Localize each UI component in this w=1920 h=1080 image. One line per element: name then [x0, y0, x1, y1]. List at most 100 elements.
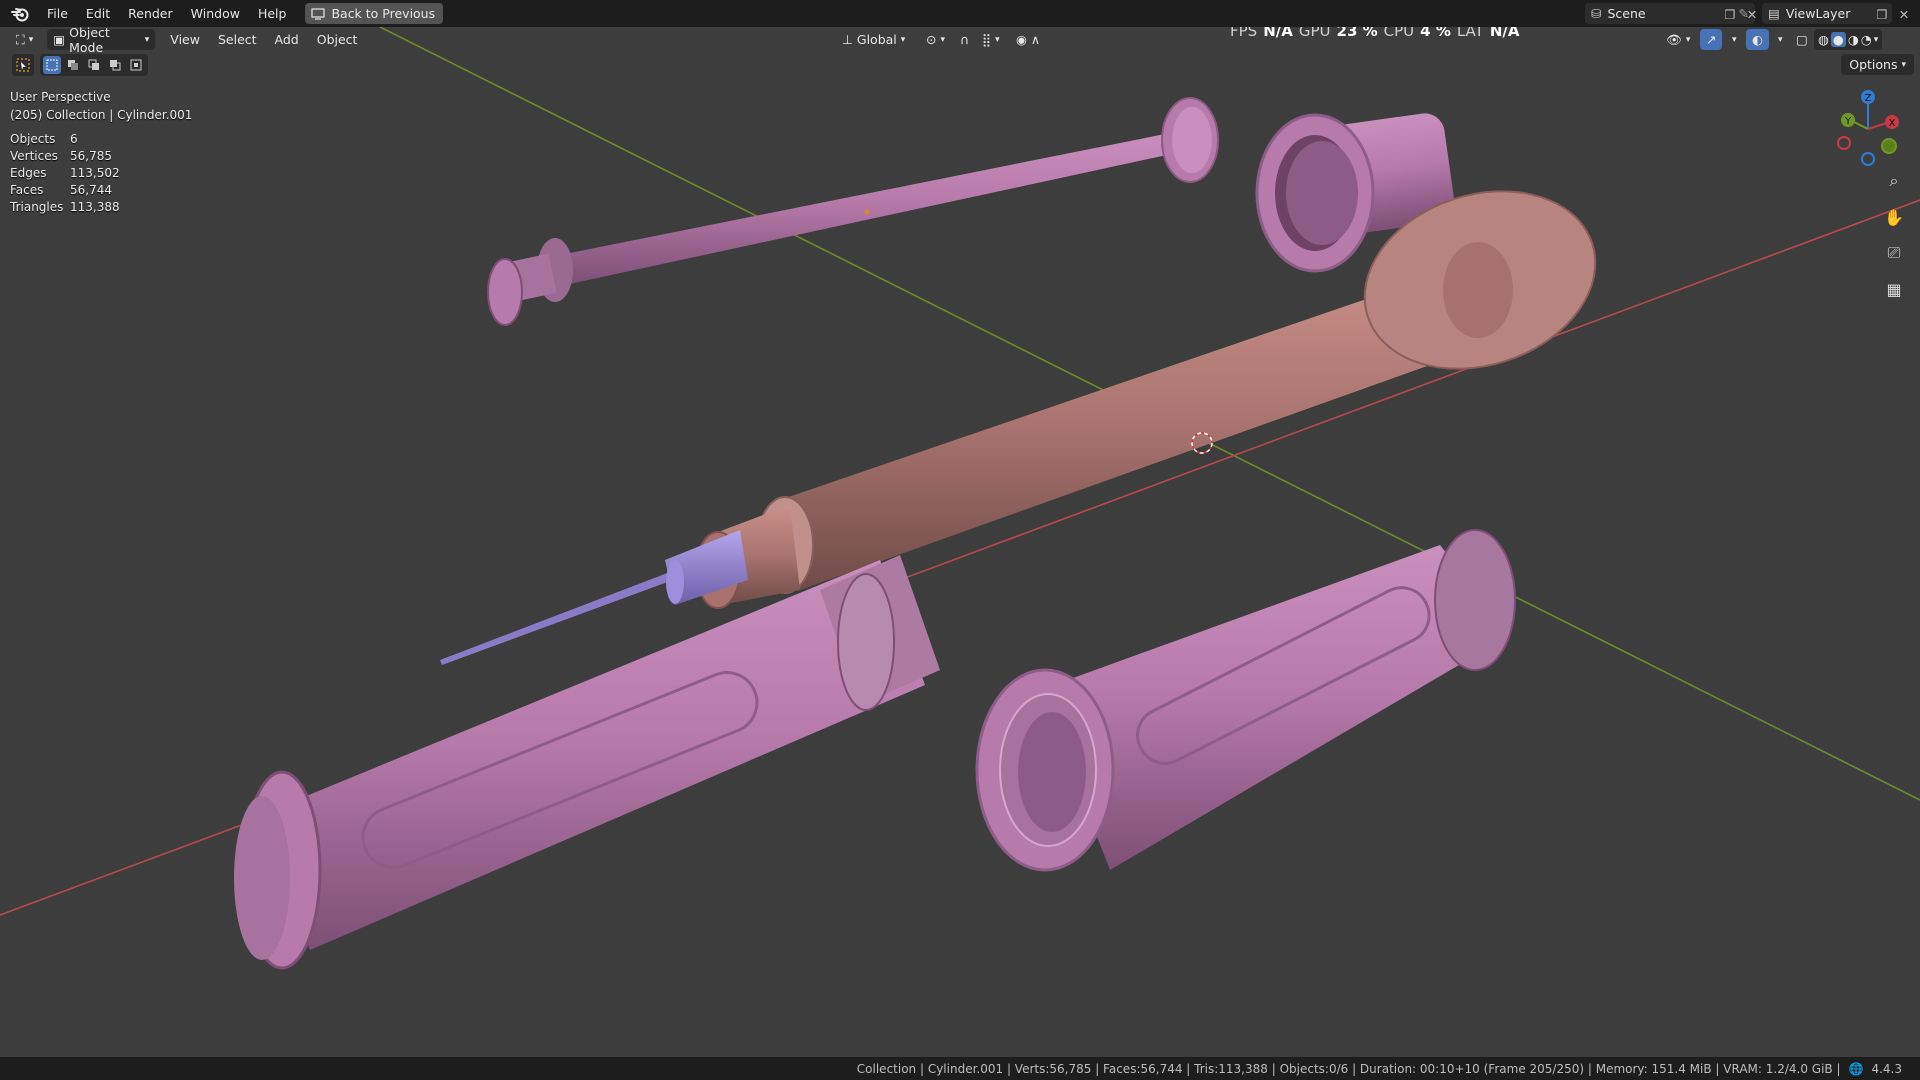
magnet-icon: ∩ — [960, 32, 970, 47]
dropdown-arrow-icon: ▾ — [28, 34, 34, 45]
stat-row: Triangles 113,388 — [10, 199, 120, 216]
selection-extend-icon[interactable] — [64, 56, 82, 74]
stat-label: Edges — [10, 166, 47, 180]
menu-render[interactable]: Render — [119, 3, 182, 25]
rendered-shading-icon[interactable]: ◔ — [1861, 32, 1872, 47]
orientation-label: Global — [856, 32, 897, 47]
navigation-gizmo[interactable]: Z Y X — [1828, 89, 1908, 169]
version-label: 4.4.3 — [1871, 1061, 1902, 1076]
stat-value: 56,744 — [70, 183, 112, 197]
stat-label: Triangles — [10, 200, 64, 214]
selection-intersect-icon[interactable] — [127, 56, 145, 74]
screen-icon — [311, 7, 326, 20]
snap-toggle[interactable]: ∩ — [954, 29, 975, 50]
stat-value: 113,502 — [70, 166, 120, 180]
orientation-icon: ⊥ — [842, 32, 853, 47]
editor-type-button[interactable]: ⛶ ▾ — [10, 29, 39, 50]
menu-view[interactable]: View — [161, 29, 209, 50]
menu-edit[interactable]: Edit — [77, 3, 119, 25]
chevron-down-icon: ▾ — [995, 34, 1000, 45]
status-info: Collection | Cylinder.001 | Verts:56,785… — [856, 1061, 1841, 1076]
shading-modes: ◍ ● ◑ ◔ ▾ — [1814, 29, 1883, 50]
viewport-header: ⛶ ▾ ▣ Object Mode ▾ View Select Add Objec… — [0, 27, 1920, 55]
perspective-grid-icon[interactable]: ▦ — [1880, 275, 1908, 303]
status-bar: Collection | Cylinder.001 | Verts:56,785… — [0, 1057, 1920, 1080]
top-menu-bar: File Edit Render Window Help Back to Pre… — [0, 0, 1920, 27]
menu-help[interactable]: Help — [249, 3, 296, 25]
falloff-icon: ∧ — [1030, 32, 1041, 47]
visibility-button[interactable]: 👁 ▾ — [1660, 29, 1696, 50]
stat-label: Faces — [10, 183, 44, 197]
back-to-previous-button[interactable]: Back to Previous — [305, 3, 444, 24]
selection-set-icon[interactable] — [43, 56, 61, 74]
gizmo-z-label: Z — [1865, 93, 1872, 104]
camera-view-icon[interactable]: ⎚ — [1880, 239, 1908, 267]
mode-selector[interactable]: ▣ Object Mode ▾ — [47, 27, 156, 55]
editor-type-icon: ⛶ — [16, 31, 25, 47]
needle-cover-left — [234, 555, 940, 970]
select-tool-row — [12, 54, 148, 76]
new-scene-icon[interactable]: ❐ — [1720, 4, 1740, 24]
gpu-value: 23 % — [1336, 27, 1378, 40]
gizmo-toggle[interactable]: ↗ — [1700, 29, 1723, 50]
stat-label: Vertices — [10, 149, 58, 163]
fps-label: FPS — [1230, 27, 1258, 40]
overlays-icon: ◐ — [1752, 32, 1763, 47]
selection-invert-icon[interactable] — [106, 56, 124, 74]
wireframe-shading-icon[interactable]: ◍ — [1818, 32, 1829, 47]
zoom-icon[interactable]: ⌕ — [1880, 167, 1908, 195]
gizmo-x-label: X — [1889, 118, 1896, 129]
gizmo-neg-y — [1881, 138, 1897, 154]
menu-object[interactable]: Object — [308, 29, 367, 50]
viewport-info: User Perspective (205) Collection | Cyli… — [10, 88, 192, 124]
stat-value: 56,785 — [70, 149, 112, 163]
menu-add[interactable]: Add — [266, 29, 308, 50]
plunger — [487, 97, 1219, 326]
xray-icon: ▢ — [1796, 32, 1808, 47]
options-label: Options — [1849, 57, 1898, 72]
stat-row: Edges 113,502 — [10, 165, 120, 182]
selection-subtract-icon[interactable] — [85, 56, 103, 74]
gpu-label: GPU — [1298, 27, 1331, 40]
proportional-edit-toggle[interactable]: ◉ ∧ — [1010, 29, 1046, 50]
overlays-toggle[interactable]: ◐ — [1746, 29, 1769, 50]
chevron-down-icon: ▾ — [1732, 34, 1737, 45]
lat-label: LAT — [1456, 27, 1484, 40]
blender-logo-icon[interactable] — [10, 4, 30, 24]
stat-label: Objects — [10, 132, 56, 146]
3d-viewport[interactable]: ⛶ ▾ ▣ Object Mode ▾ View Select Add Objec… — [0, 27, 1920, 1057]
scene-icon: ⛁ — [1591, 6, 1602, 21]
back-button-label: Back to Previous — [331, 6, 436, 21]
chevron-down-icon: ▾ — [900, 34, 906, 45]
pan-hand-icon[interactable]: ✋ — [1880, 203, 1908, 231]
chevron-down-icon: ▾ — [1901, 59, 1906, 70]
view-name: User Perspective — [10, 90, 111, 104]
scene-canvas — [0, 27, 1920, 970]
xray-toggle[interactable]: ▢ — [1790, 29, 1814, 50]
overlays-dropdown[interactable]: ▾ — [1772, 29, 1789, 50]
delete-view-layer-icon[interactable]: ✕ — [1894, 4, 1914, 24]
gizmo-neg-x — [1837, 136, 1851, 150]
stat-row: Faces 56,744 — [10, 182, 120, 199]
pivot-point-button[interactable]: ⊙ ▾ — [920, 29, 951, 50]
delete-scene-icon[interactable]: ✕ — [1742, 4, 1762, 24]
material-shading-icon[interactable]: ◑ — [1848, 32, 1859, 47]
view-context: (205) Collection | Cylinder.001 — [10, 108, 193, 122]
transform-orientation-selector[interactable]: ⊥ Global ▾ — [836, 29, 911, 50]
chevron-down-icon[interactable]: ▾ — [1874, 35, 1879, 45]
new-view-layer-icon[interactable]: ❐ — [1872, 4, 1892, 24]
fps-value: N/A — [1263, 27, 1293, 40]
select-box-tool-icon[interactable] — [12, 54, 34, 76]
selection-mode-group — [40, 54, 148, 76]
snap-target-button[interactable]: ⣿ ▾ — [976, 29, 1006, 50]
gizmo-dropdown[interactable]: ▾ — [1726, 29, 1743, 50]
menu-file[interactable]: File — [38, 3, 77, 25]
options-dropdown[interactable]: Options ▾ — [1841, 54, 1914, 75]
performance-hud: FPS N/A GPU 23 % CPU 4 % LAT N/A — [1230, 27, 1519, 40]
gizmo-neg-z — [1861, 152, 1875, 166]
menu-window[interactable]: Window — [182, 3, 249, 25]
menu-select[interactable]: Select — [209, 29, 266, 50]
solid-shading-icon[interactable]: ● — [1830, 32, 1846, 47]
stat-value: 6 — [70, 132, 78, 146]
scene-name: Scene — [1607, 6, 1646, 21]
